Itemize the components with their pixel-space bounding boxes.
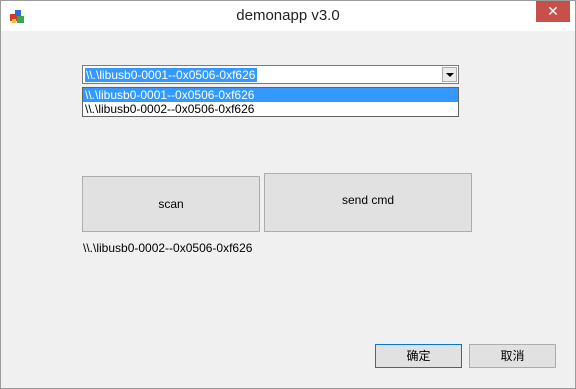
dialog-client-area: \\.\libusb0-0001--0x0506-0xf626 \\.\libu…	[8, 31, 568, 382]
chevron-down-icon[interactable]	[442, 67, 457, 82]
scan-button[interactable]: scan	[82, 176, 260, 232]
app-window: demonapp v3.0 ✕ \\.\libusb0-0001--0x0506…	[0, 0, 576, 389]
device-dropdown-list: \\.\libusb0-0001--0x0506-0xf626 \\.\libu…	[82, 87, 459, 117]
title-bar: demonapp v3.0 ✕	[1, 1, 575, 31]
window-title: demonapp v3.0	[236, 7, 340, 24]
send-cmd-button[interactable]: send cmd	[264, 173, 472, 232]
combobox-selected-value: \\.\libusb0-0001--0x0506-0xf626	[85, 68, 258, 82]
cancel-button[interactable]: 取消	[469, 344, 556, 368]
dropdown-option[interactable]: \\.\libusb0-0001--0x0506-0xf626	[83, 88, 458, 102]
close-button[interactable]: ✕	[536, 1, 570, 22]
close-icon: ✕	[547, 3, 559, 19]
ok-button[interactable]: 确定	[375, 344, 462, 368]
send-cmd-label: send cmd	[341, 193, 395, 207]
device-combobox[interactable]: \\.\libusb0-0001--0x0506-0xf626	[82, 65, 459, 84]
dropdown-option[interactable]: \\.\libusb0-0002--0x0506-0xf626	[83, 102, 458, 116]
status-text: \\.\libusb0-0002--0x0506-0xf626	[83, 241, 253, 255]
